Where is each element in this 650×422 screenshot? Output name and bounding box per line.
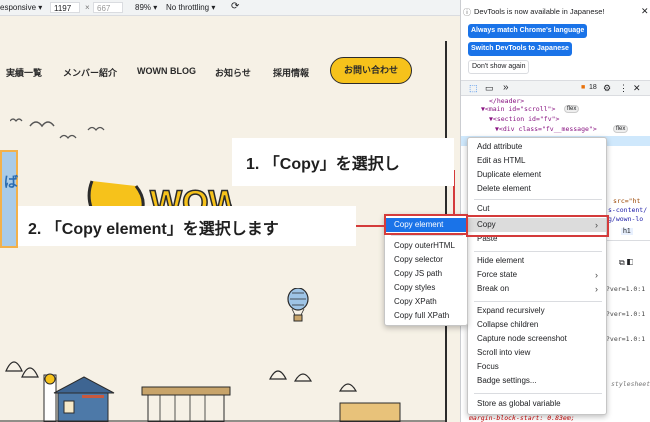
device-mode-dropdown[interactable]: esponsive ▾ [0, 3, 42, 12]
issues-icon[interactable]: ■ [581, 84, 585, 91]
code-attr: s-content/ [608, 206, 648, 214]
submenu-copy-styles[interactable]: Copy styles [385, 281, 435, 295]
width-input[interactable]: 1197 [50, 2, 80, 13]
code-line[interactable]: ▼<section id="fv"> [489, 115, 559, 123]
menu-separator [474, 393, 602, 394]
menu-force-state-label: Force state [477, 270, 518, 279]
copy-element-highlight-box [384, 214, 468, 235]
callout-step2: 2. 「Copy element」を選択します [18, 206, 356, 246]
nav-members[interactable]: メンバー紹介 [63, 66, 117, 79]
flex-badge[interactable]: flex [564, 105, 580, 113]
inspect-icon[interactable]: ⬚ [469, 83, 478, 94]
nav-recruit[interactable]: 採用情報 [273, 66, 309, 79]
menu-separator [474, 301, 602, 302]
zoom-dropdown[interactable]: 89% ▾ [135, 3, 157, 12]
side-panel: ば [0, 150, 18, 248]
style-source[interactable]: ?ver=1.0:1 [606, 310, 645, 318]
menu-duplicate-element[interactable]: Duplicate element [468, 168, 541, 182]
contact-button[interactable]: お問い合わせ [330, 57, 412, 84]
menu-hide-element[interactable]: Hide element [468, 254, 524, 268]
nav-news[interactable]: お知らせ [215, 66, 251, 79]
menu-store-global-variable[interactable]: Store as global variable [468, 397, 561, 411]
menu-delete-element[interactable]: Delete element [468, 182, 531, 196]
times-label: × [85, 3, 90, 12]
submenu-copy-selector[interactable]: Copy selector [385, 253, 443, 267]
menu-force-state[interactable]: Force state › [468, 268, 606, 282]
side-panel-char: ば [4, 174, 18, 190]
copy-highlight-box [466, 215, 609, 237]
device-icon[interactable]: ▭ [485, 83, 494, 94]
code-line[interactable]: ▼<main id="scroll"> [481, 105, 555, 113]
devtools-toolbar: ⬚ ▭ » ■ 18 ⚙ ⋮ ✕ [461, 80, 650, 96]
menu-collapse-children[interactable]: Collapse children [468, 318, 538, 332]
code-attr: src="ht [613, 197, 641, 205]
menu-scroll-into-view[interactable]: Scroll into view [468, 346, 530, 360]
style-source[interactable]: ?ver=1.0:1 [606, 285, 645, 293]
menu-separator [391, 235, 463, 236]
birds-illustration [10, 118, 105, 140]
dont-show-again-button[interactable]: Don't show again [468, 60, 530, 74]
switch-japanese-button[interactable]: Switch DevTools to Japanese [468, 42, 572, 56]
menu-edit-as-html[interactable]: Edit as HTML [468, 154, 525, 168]
flex-badge[interactable]: flex [613, 125, 629, 133]
device-mode-label: esponsive [0, 3, 37, 12]
menu-add-attribute[interactable]: Add attribute [468, 140, 522, 154]
device-toolbar: esponsive ▾ 1197 × 667 89% ▾ No throttli… [0, 0, 460, 16]
height-input[interactable]: 667 [93, 2, 123, 13]
menu-break-on[interactable]: Break on › [468, 282, 606, 296]
connector-line-2 [356, 225, 385, 227]
menu-focus[interactable]: Focus [468, 360, 499, 374]
submenu-copy-js-path[interactable]: Copy JS path [385, 267, 442, 281]
nav-blog[interactable]: WOWN BLOG [137, 66, 196, 76]
menu-separator [474, 251, 602, 252]
menu-break-on-label: Break on [477, 284, 510, 293]
submenu-copy-outerhtml[interactable]: Copy outerHTML [385, 239, 455, 253]
menu-separator [474, 199, 602, 200]
match-language-button[interactable]: Always match Chrome's language [468, 24, 588, 38]
submenu-copy-xpath[interactable]: Copy XPath [385, 295, 437, 309]
gear-icon[interactable]: ⚙ [603, 83, 611, 94]
kebab-icon[interactable]: ⋮ [619, 83, 628, 94]
chevron-right-icon: › [595, 284, 598, 294]
chevron-right-icon: › [595, 270, 598, 280]
close-notice-icon[interactable]: ✕ [641, 6, 649, 17]
issues-count: 18 [589, 84, 597, 91]
callout-step1: 1. 「Copy」を選択し [232, 138, 454, 186]
throttling-label: No throttling [166, 3, 210, 12]
info-icon: ⓘ [463, 8, 471, 17]
menu-expand-recursively[interactable]: Expand recursively [468, 304, 545, 318]
town-illustration [0, 361, 445, 422]
context-menu: Add attribute Edit as HTML Duplicate ele… [467, 137, 607, 415]
style-source: stylesheet [611, 380, 650, 388]
code-line[interactable]: </header> [489, 97, 524, 105]
h1-badge: h1 [621, 228, 633, 235]
balloon-illustration [287, 288, 309, 322]
rotate-icon[interactable]: ⟳ [231, 1, 239, 12]
code-attr: g/wown-lo [608, 215, 644, 223]
style-rule: margin-block-start: 0.83em; [469, 414, 575, 422]
menu-cut[interactable]: Cut [468, 202, 489, 216]
styles-toolbar-icons[interactable]: ⧉ ◧ [619, 258, 633, 268]
close-devtools-icon[interactable]: ✕ [633, 83, 641, 94]
throttling-dropdown[interactable]: No throttling ▾ [166, 3, 215, 12]
zoom-label: 89% [135, 3, 152, 12]
nav-works[interactable]: 実績一覧 [6, 66, 42, 79]
more-tabs-icon[interactable]: » [503, 82, 509, 93]
code-line[interactable]: ▼<div class="fv__message"> [495, 125, 597, 133]
style-source[interactable]: ?ver=1.0:1 [606, 335, 645, 343]
menu-capture-node-screenshot[interactable]: Capture node screenshot [468, 332, 567, 346]
menu-badge-settings[interactable]: Badge settings... [468, 374, 537, 388]
language-notice: DevTools is now available in Japanese! [474, 7, 605, 16]
submenu-copy-full-xpath[interactable]: Copy full XPath [385, 309, 449, 323]
